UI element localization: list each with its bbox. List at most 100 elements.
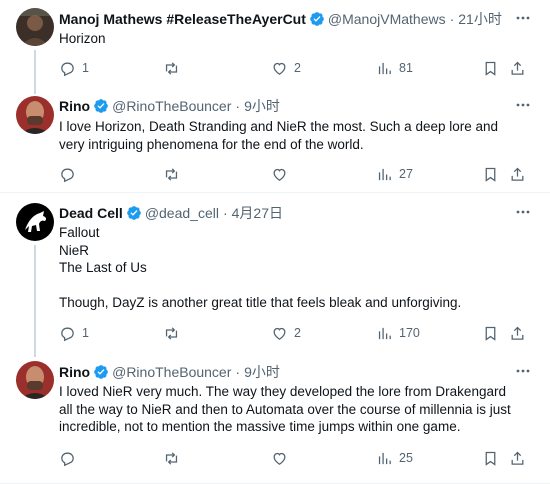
tweet-header: Manoj Mathews #ReleaseTheAyerCut @ManojV…: [59, 9, 502, 29]
avatar[interactable]: [16, 361, 54, 399]
more-options-icon[interactable]: [514, 9, 532, 27]
handle[interactable]: @RinoTheBouncer: [112, 362, 231, 382]
like-button[interactable]: [271, 164, 294, 184]
avatar[interactable]: [16, 8, 54, 46]
more-options-icon[interactable]: [514, 203, 532, 221]
tweet-actions: 1 2 170: [59, 323, 529, 343]
reply-button[interactable]: 1: [59, 323, 89, 343]
share-button[interactable]: [509, 164, 526, 184]
tweet-text: Horizon: [59, 31, 106, 46]
reply-button[interactable]: [59, 448, 82, 468]
share-icon: [511, 167, 524, 181]
tweet-rino-2[interactable]: Rino @RinoTheBouncer · 9小时 I loved NieR …: [0, 345, 550, 484]
share-icon: [511, 451, 524, 465]
display-name[interactable]: Rino: [59, 362, 90, 382]
display-name[interactable]: Dead Cell: [59, 203, 123, 223]
reply-icon: [61, 452, 74, 466]
retweet-button[interactable]: [163, 323, 186, 343]
bookmark-icon: [485, 326, 496, 341]
display-name[interactable]: Rino: [59, 96, 90, 116]
share-button[interactable]: [509, 323, 526, 343]
views-icon: [378, 168, 391, 180]
verified-badge-icon: [93, 98, 109, 114]
share-icon: [511, 61, 524, 75]
timestamp[interactable]: 21小时: [458, 9, 502, 29]
share-button[interactable]: [509, 448, 526, 468]
retweet-icon: [165, 61, 178, 75]
bookmark-button[interactable]: [482, 58, 499, 78]
heart-icon: [273, 327, 286, 340]
like-count: 2: [294, 61, 301, 75]
retweet-button[interactable]: [163, 448, 186, 468]
reply-button[interactable]: [59, 164, 82, 184]
reply-count: 1: [82, 61, 89, 75]
views-icon: [378, 452, 391, 464]
bookmark-icon: [485, 61, 496, 76]
verified-badge-icon: [126, 205, 142, 221]
retweet-icon: [165, 451, 178, 465]
view-count: 81: [399, 61, 413, 75]
thread-line: [34, 50, 36, 88]
tweet-header: Dead Cell @dead_cell · 4月27日: [59, 203, 283, 223]
retweet-icon: [165, 167, 178, 181]
thread-line: [34, 345, 36, 357]
handle[interactable]: @ManojVMathews: [328, 9, 446, 29]
views-button[interactable]: 27: [376, 164, 413, 184]
avatar[interactable]: [16, 203, 54, 241]
reply-count: 1: [82, 326, 89, 340]
tweet-dead-cell[interactable]: Dead Cell @dead_cell · 4月27日 Fallout Nie…: [0, 193, 550, 345]
handle[interactable]: @dead_cell: [145, 203, 219, 223]
views-button[interactable]: 25: [376, 448, 413, 468]
like-button[interactable]: 2: [271, 58, 301, 78]
verified-badge-icon: [93, 364, 109, 380]
like-button[interactable]: [271, 448, 294, 468]
like-button[interactable]: 2: [271, 323, 301, 343]
separator-dot: ·: [449, 11, 455, 27]
heart-icon: [273, 452, 286, 465]
bookmark-button[interactable]: [482, 323, 499, 343]
more-options-icon[interactable]: [514, 96, 532, 114]
share-icon: [511, 326, 524, 340]
retweet-icon: [165, 326, 178, 340]
view-count: 27: [399, 167, 413, 181]
bookmark-button[interactable]: [482, 448, 499, 468]
tweet-actions: 1 2 81: [59, 58, 529, 78]
reply-icon: [61, 62, 74, 76]
verified-badge-icon: [309, 11, 325, 27]
reply-icon: [61, 327, 74, 341]
handle[interactable]: @RinoTheBouncer: [112, 96, 231, 116]
display-name[interactable]: Manoj Mathews #ReleaseTheAyerCut: [59, 9, 306, 29]
separator-dot: ·: [235, 364, 241, 380]
share-button[interactable]: [509, 58, 526, 78]
tweet-feed: Manoj Mathews #ReleaseTheAyerCut @ManojV…: [0, 0, 550, 484]
timestamp[interactable]: 9小时: [244, 362, 280, 382]
tweet-actions: 25: [59, 448, 529, 468]
retweet-button[interactable]: [163, 58, 186, 78]
more-options-icon[interactable]: [514, 362, 532, 380]
tweet-text: Fallout NieR The Last of Us Though, DayZ…: [59, 225, 462, 310]
view-count: 25: [399, 451, 413, 465]
views-icon: [378, 327, 391, 339]
timestamp[interactable]: 4月27日: [232, 203, 283, 223]
tweet-rino-1[interactable]: Rino @RinoTheBouncer · 9小时 I love Horizo…: [0, 88, 550, 192]
avatar[interactable]: [16, 96, 54, 134]
view-count: 170: [399, 326, 420, 340]
heart-icon: [273, 168, 286, 181]
views-icon: [378, 62, 391, 74]
retweet-button[interactable]: [163, 164, 186, 184]
bookmark-button[interactable]: [482, 164, 499, 184]
reply-icon: [61, 168, 74, 182]
heart-icon: [273, 62, 286, 75]
views-button[interactable]: 170: [376, 323, 420, 343]
reply-button[interactable]: 1: [59, 58, 89, 78]
tweet-header: Rino @RinoTheBouncer · 9小时: [59, 96, 280, 116]
timestamp[interactable]: 9小时: [244, 96, 280, 116]
bookmark-icon: [485, 451, 496, 466]
tweet-text: I love Horizon, Death Stranding and NieR…: [59, 119, 499, 152]
thread-line: [34, 88, 36, 94]
tweet-text: I loved NieR very much. The way they dev…: [59, 384, 511, 434]
separator-dot: ·: [222, 205, 228, 221]
like-count: 2: [294, 326, 301, 340]
views-button[interactable]: 81: [376, 58, 413, 78]
tweet-manoj[interactable]: Manoj Mathews #ReleaseTheAyerCut @ManojV…: [0, 0, 550, 88]
